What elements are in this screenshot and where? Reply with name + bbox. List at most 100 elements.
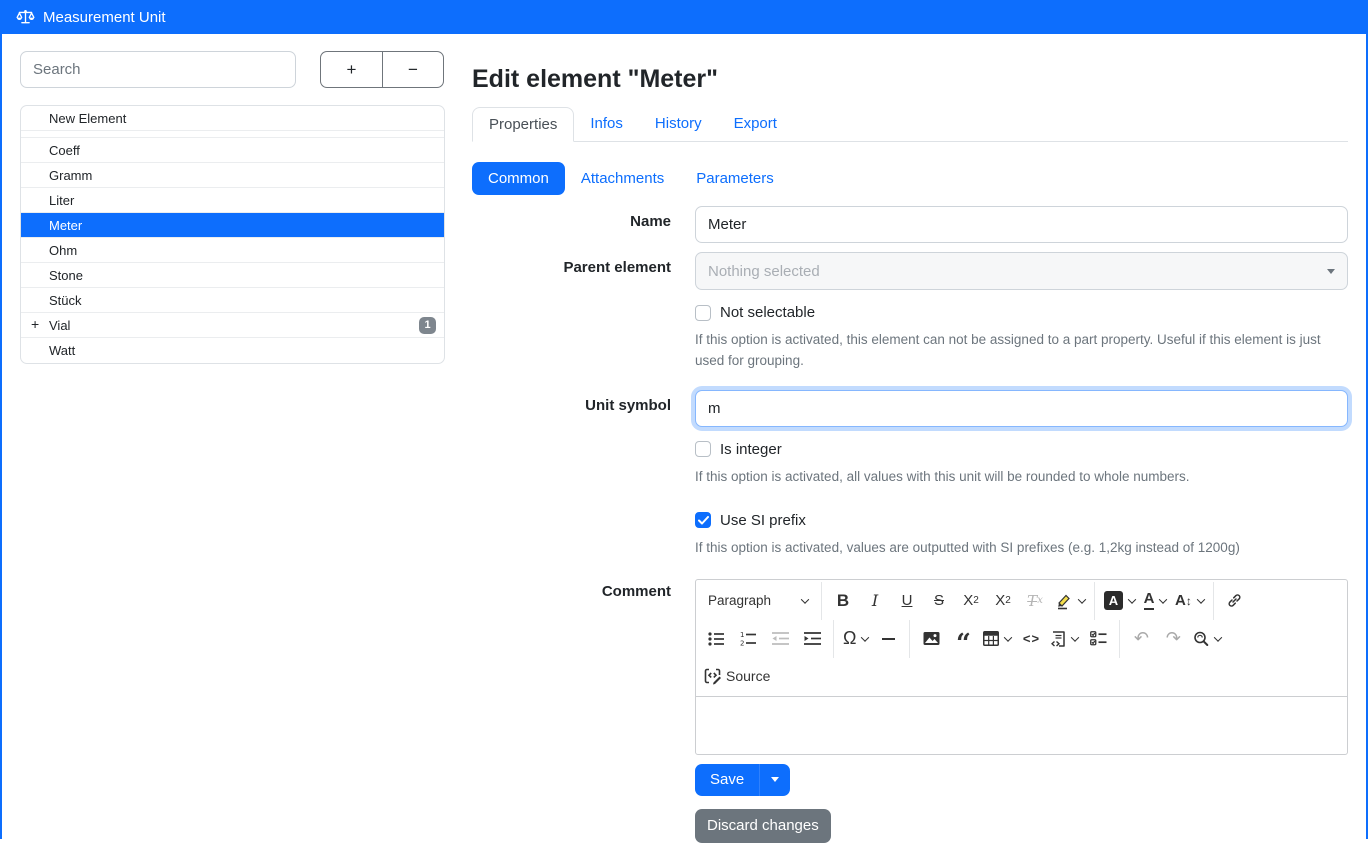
is-integer-checkbox-row[interactable]: Is integer <box>695 441 1348 458</box>
not-selectable-checkbox-row[interactable]: Not selectable <box>695 304 1348 321</box>
todo-list-icon <box>1090 631 1107 646</box>
page-title: Edit element "Meter" <box>472 65 1348 94</box>
element-list: New Element Coeff Gramm Liter Meter Ohm … <box>20 105 445 364</box>
parent-element-select[interactable]: Nothing selected <box>695 252 1348 290</box>
editor-toolbar: Paragraph B I U S X2 <box>696 580 1347 697</box>
highlight-button[interactable] <box>1051 585 1089 617</box>
list-item-watt[interactable]: Watt <box>21 338 444 363</box>
svg-text:1: 1 <box>740 631 744 639</box>
tab-properties[interactable]: Properties <box>472 107 574 142</box>
not-selectable-checkbox[interactable] <box>695 305 711 321</box>
chevron-down-icon <box>1197 595 1205 603</box>
list-item-ohm[interactable]: Ohm <box>21 238 444 263</box>
code-block-icon <box>1051 631 1066 647</box>
is-integer-label[interactable]: Is integer <box>720 441 782 458</box>
special-characters-button[interactable]: Ω <box>839 623 872 655</box>
use-si-prefix-help: If this option is activated, values are … <box>695 538 1348 559</box>
block-quote-button[interactable]: “ <box>947 623 979 655</box>
remove-format-button[interactable]: Tx <box>1019 585 1051 617</box>
superscript-button[interactable]: X2 <box>987 585 1019 617</box>
save-button-group: Save <box>695 764 790 796</box>
subtab-common[interactable]: Common <box>472 162 565 195</box>
font-background-color-button[interactable]: A <box>1100 585 1139 617</box>
subscript-button[interactable]: X2 <box>955 585 987 617</box>
link-button[interactable] <box>1219 585 1251 617</box>
list-item-gramm[interactable]: Gramm <box>21 163 444 188</box>
tab-export[interactable]: Export <box>718 107 793 142</box>
redo-button[interactable]: ↷ <box>1157 623 1189 655</box>
tree-toolbar-group: + − <box>320 51 444 88</box>
bulleted-list-icon <box>708 631 725 646</box>
is-integer-checkbox[interactable] <box>695 441 711 457</box>
use-si-prefix-checkbox-row[interactable]: Use SI prefix <box>695 512 1348 529</box>
underline-button[interactable]: U <box>891 585 923 617</box>
expand-all-button[interactable]: + <box>320 51 382 88</box>
use-si-prefix-checkbox[interactable] <box>695 512 711 528</box>
list-item-new-element[interactable]: New Element <box>21 106 444 131</box>
list-item-meter-selected[interactable]: Meter <box>21 213 444 238</box>
insert-image-button[interactable] <box>915 623 947 655</box>
tab-infos[interactable]: Infos <box>574 107 639 142</box>
sidebar: + − New Element Coeff Gramm Liter Meter … <box>2 51 445 843</box>
chevron-down-icon <box>861 633 869 641</box>
expand-node-icon[interactable]: + <box>31 316 39 333</box>
comment-label: Comment <box>472 576 671 755</box>
bold-button[interactable]: B <box>827 585 859 617</box>
use-si-prefix-label[interactable]: Use SI prefix <box>720 512 806 529</box>
highlight-pen-icon <box>1055 592 1073 610</box>
numbered-list-button[interactable]: 1 2 <box>732 623 764 655</box>
name-label: Name <box>472 206 671 243</box>
navbar: Measurement Unit <box>0 0 1368 34</box>
source-code-icon <box>704 667 722 685</box>
font-color-button[interactable]: A <box>1139 585 1171 617</box>
subtab-attachments[interactable]: Attachments <box>565 162 680 195</box>
unit-symbol-input[interactable] <box>695 390 1348 427</box>
indent-button[interactable] <box>796 623 828 655</box>
strikethrough-button[interactable]: S <box>923 585 955 617</box>
undo-button[interactable]: ↶ <box>1125 623 1157 655</box>
list-item-vial[interactable]: + Vial 1 <box>21 313 444 338</box>
list-item-liter[interactable]: Liter <box>21 188 444 213</box>
child-count-badge: 1 <box>419 317 436 334</box>
unit-symbol-label: Unit symbol <box>472 390 671 559</box>
code-block-button[interactable] <box>1047 623 1082 655</box>
list-item-coeff[interactable]: Coeff <box>21 138 444 163</box>
image-icon <box>923 631 940 646</box>
italic-button[interactable]: I <box>859 585 891 617</box>
list-item-stueck[interactable]: Stück <box>21 288 444 313</box>
is-integer-help: If this option is activated, all values … <box>695 467 1348 488</box>
tab-history[interactable]: History <box>639 107 718 142</box>
discard-changes-button[interactable]: Discard changes <box>695 809 831 843</box>
collapse-all-button[interactable]: − <box>382 51 444 88</box>
find-and-replace-button[interactable] <box>1189 623 1225 655</box>
chevron-down-icon <box>1004 633 1012 641</box>
save-button[interactable]: Save <box>695 764 759 796</box>
editor-content-area[interactable] <box>696 697 1347 754</box>
app-brand[interactable]: Measurement Unit <box>16 9 166 26</box>
chevron-down-icon <box>1159 595 1167 603</box>
link-icon <box>1226 592 1243 609</box>
subtab-parameters[interactable]: Parameters <box>680 162 790 195</box>
horizontal-line-button[interactable] <box>872 623 904 655</box>
save-dropdown-toggle[interactable] <box>759 764 790 796</box>
name-input[interactable] <box>695 206 1348 243</box>
chevron-down-icon <box>1078 595 1086 603</box>
font-size-button[interactable]: A↕ <box>1171 585 1208 617</box>
checkmark-icon <box>698 516 709 525</box>
list-spacer <box>21 131 444 138</box>
code-button[interactable]: <> <box>1015 623 1047 655</box>
todo-list-button[interactable] <box>1082 623 1114 655</box>
not-selectable-label[interactable]: Not selectable <box>720 304 815 321</box>
tab-bar: Properties Infos History Export <box>472 107 1348 142</box>
search-input[interactable] <box>20 51 296 88</box>
horizontal-line-icon <box>882 638 895 640</box>
list-item-stone[interactable]: Stone <box>21 263 444 288</box>
find-replace-icon <box>1193 631 1209 647</box>
source-editing-button[interactable]: Source <box>700 660 774 692</box>
navbar-title: Measurement Unit <box>43 9 166 26</box>
outdent-icon <box>772 631 789 646</box>
insert-table-button[interactable] <box>979 623 1015 655</box>
outdent-button[interactable] <box>764 623 796 655</box>
bulleted-list-button[interactable] <box>700 623 732 655</box>
heading-dropdown[interactable]: Paragraph <box>700 585 816 617</box>
